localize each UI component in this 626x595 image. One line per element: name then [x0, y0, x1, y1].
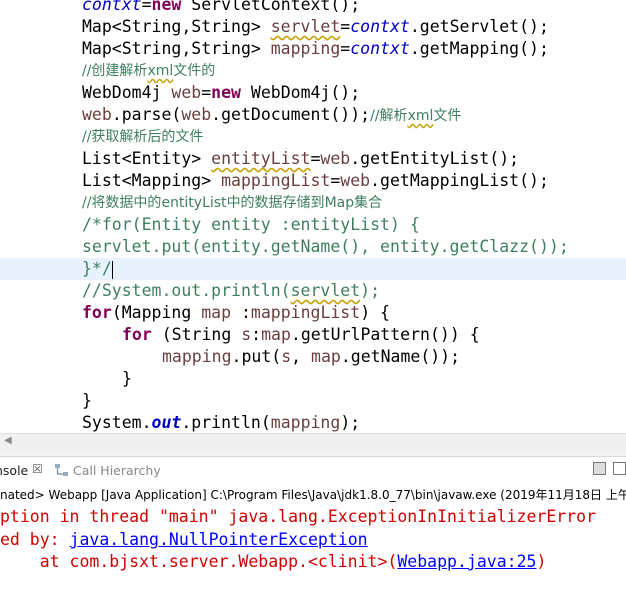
minimize-icon[interactable] [593, 462, 606, 475]
tab-console[interactable]: nsole [0, 463, 28, 478]
console-error-line-1: ption in thread "main" java.lang.Excepti… [0, 507, 597, 526]
code-line-15: for(Mapping map :mappingList) { [82, 303, 390, 322]
console-error-line-2: ed by: java.lang.NullPointerException [0, 530, 368, 549]
code-line-14: //System.out.println(servlet); [82, 281, 381, 300]
code-line-12: servlet.put(entity.getName(), entity.get… [82, 237, 569, 256]
call-hierarchy-icon [55, 464, 68, 476]
console-error-line-3: at com.bjsxt.server.Webapp.<clinit>(Weba… [0, 552, 547, 571]
code-line-20: System.out.println(mapping); [82, 413, 361, 432]
code-line-6: web.parse(web.getDocument());//解析xml文件 [82, 105, 462, 124]
maximize-icon[interactable] [613, 462, 626, 475]
code-editor[interactable]: contxt=new ServletContext(); Map<String,… [0, 0, 626, 444]
code-line-7: //获取解析后的文件 [82, 129, 204, 145]
call-hierarchy-label: Call Hierarchy [73, 463, 161, 478]
code-line-19: } [82, 391, 92, 410]
exception-link[interactable]: java.lang.NullPointerException [70, 530, 368, 549]
code-line-11: /*for(Entity entity :entityList) { [82, 215, 420, 234]
console-tab-label: nsole [0, 463, 29, 478]
code-line-17: mapping.put(s, map.getName()); [162, 347, 461, 366]
stacktrace-link[interactable]: Webapp.java:25 [397, 552, 536, 571]
close-icon[interactable]: ☒ [32, 462, 43, 476]
code-line-5: WebDom4j web=new WebDom4j(); [82, 83, 361, 102]
code-line-4: //创建解析xml文件的 [82, 63, 216, 79]
panel-divider [0, 450, 626, 457]
code-line-18: } [122, 369, 132, 388]
code-line-13-current[interactable]: }*/ [0, 258, 626, 280]
launch-info: nated> Webapp [Java Application] C:\Prog… [0, 488, 626, 502]
console-tab-bar: nsole ☒ Call Hierarchy [0, 457, 626, 485]
code-line-3: Map<String,String> mapping=contxt.getMap… [82, 39, 549, 58]
scroll-left-icon[interactable]: ◀ [4, 435, 12, 446]
code-line-8: List<Entity> entityList=web.getEntityLis… [82, 149, 520, 168]
code-line-2: Map<String,String> servlet=contxt.getSer… [82, 17, 549, 36]
text-caret [111, 260, 113, 279]
code-line-1: contxt=new ServletContext(); [82, 0, 361, 14]
code-line-9: List<Mapping> mappingList=web.getMapping… [82, 171, 549, 190]
code-line-10: //将数据中的entityList中的数据存储到Map集合 [82, 195, 383, 211]
tab-call-hierarchy[interactable]: Call Hierarchy [54, 463, 161, 478]
horizontal-scrollbar[interactable]: ◀ [0, 433, 626, 451]
code-line-16: for (String s:map.getUrlPattern()) { [122, 325, 480, 344]
